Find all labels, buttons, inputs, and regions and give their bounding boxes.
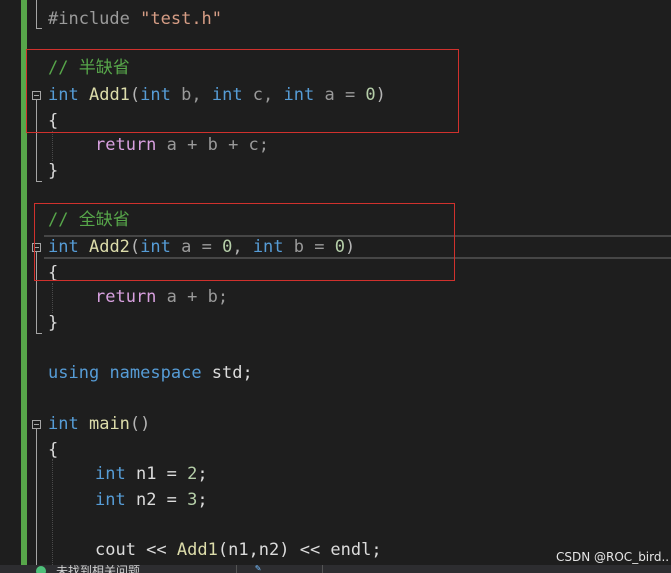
keyword-return: return — [95, 287, 157, 307]
brace: } — [48, 161, 59, 181]
tools-icon[interactable]: ✎ — [255, 565, 269, 573]
code-line-using[interactable]: using namespace std; — [48, 362, 253, 384]
watermark: CSDN @ROC_bird.. — [556, 550, 670, 564]
punctuation: () — [129, 414, 151, 434]
code-line-brace[interactable]: } — [48, 160, 58, 182]
check-circle-icon[interactable] — [36, 566, 46, 573]
keyword-return: return — [95, 135, 157, 155]
indent-guide — [52, 283, 53, 313]
fold-guide-line — [36, 0, 37, 29]
keyword: int — [95, 464, 126, 484]
status-text[interactable]: 未找到相关问题 — [56, 565, 140, 573]
fold-guide-end — [36, 333, 42, 334]
code-line-decl-n1[interactable]: int n1 = 2; — [95, 463, 208, 485]
status-bar: 未找到相关问题 ✎ — [0, 565, 671, 573]
code-line-1[interactable]: #include "test.h" — [48, 8, 222, 30]
code-line-decl-n2[interactable]: int n2 = 3; — [95, 489, 208, 511]
namespace-name: std; — [201, 363, 253, 383]
editor-gutter — [0, 0, 20, 565]
expression: a + b; — [156, 287, 229, 307]
keyword: int — [95, 490, 126, 510]
keyword: using — [48, 363, 100, 383]
function-name: main — [88, 414, 130, 434]
code-editor[interactable]: #include "test.h" // 半缺省 int Add1(int b,… — [0, 0, 671, 573]
brace: } — [48, 313, 59, 333]
indent-guide — [52, 459, 53, 565]
code-line-brace[interactable]: { — [48, 439, 58, 461]
code-line-return-add1[interactable]: return a + b + c; — [95, 134, 269, 156]
code-line-return-add2[interactable]: return a + b; — [95, 286, 228, 308]
code-line-main-signature[interactable]: int main() — [48, 413, 150, 435]
fold-guide-end — [36, 28, 42, 29]
stream-output: cout << — [95, 540, 177, 560]
preprocessor-directive: #include — [48, 9, 130, 29]
collapse-main-icon[interactable] — [32, 420, 41, 429]
declaration: n2 = — [125, 490, 188, 510]
expression: a + b + c; — [156, 135, 270, 155]
function-call: Add1 — [176, 540, 218, 560]
annotation-box-half-default — [26, 49, 459, 133]
call-arguments: (n1,n2) << endl; — [217, 540, 382, 560]
fold-guide-end — [36, 181, 42, 182]
annotation-box-full-default — [34, 203, 455, 281]
number-literal: 3 — [187, 490, 198, 510]
punctuation: ; — [197, 464, 208, 484]
include-path: "test.h" — [140, 9, 223, 29]
declaration: n1 = — [125, 464, 188, 484]
keyword: namespace — [109, 363, 202, 383]
keyword: int — [48, 414, 79, 434]
brace: { — [48, 440, 59, 460]
fold-guide-line — [36, 429, 37, 565]
code-line-brace[interactable]: } — [48, 312, 58, 334]
punctuation: ; — [197, 490, 208, 510]
status-separator — [236, 565, 237, 573]
status-separator — [322, 565, 323, 573]
code-line-cout[interactable]: cout << Add1(n1,n2) << endl; — [95, 539, 382, 561]
indent-guide — [52, 131, 53, 161]
number-literal: 2 — [187, 464, 198, 484]
